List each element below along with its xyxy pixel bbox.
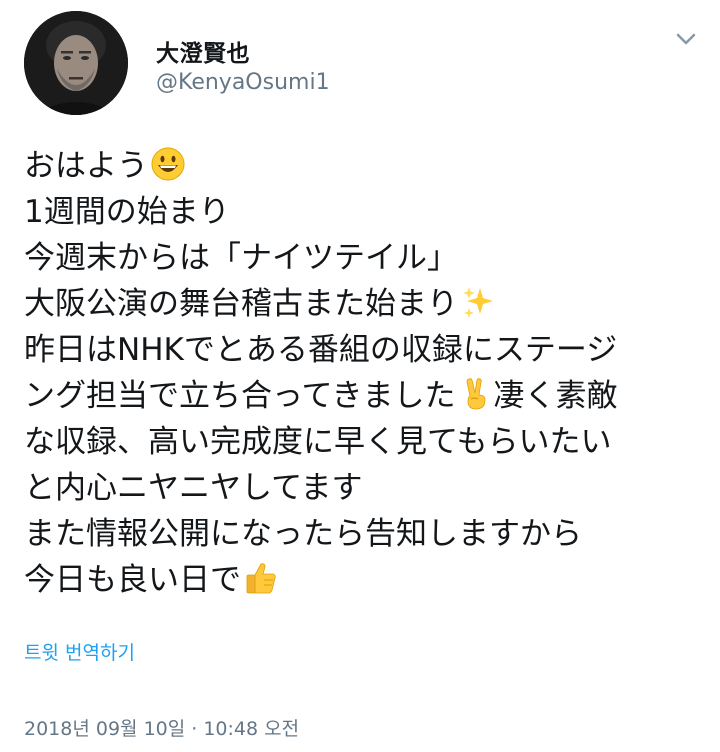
display-name[interactable]: 大澄賢也 (156, 34, 250, 68)
avatar[interactable] (24, 11, 128, 115)
tweet-line-text: 大阪公演の舞台稽古また始まり (24, 286, 458, 322)
tweet-line-text: 今日も良い日で (24, 562, 241, 598)
tweet-timestamp[interactable]: 2018년 09월 10일 · 10:48 오전 (24, 714, 299, 741)
sparkles-icon (460, 284, 496, 320)
tweet-line: ング担当で立ち合ってきました 凄く素敵 (24, 373, 704, 419)
tweet-line: 1週間の始まり (24, 189, 704, 235)
tweet-line-text: 1週間の始まり (24, 194, 230, 230)
tweet-line: 昨日はNHKでとある番組の収録にステージ (24, 327, 704, 373)
tweet-line: 今週末からは「ナイツテイル」 (24, 235, 704, 281)
tweet-line-text: また情報公開になったら告知しますから (24, 516, 582, 552)
tweet-line-text: 凄く素敵 (493, 378, 618, 414)
tweet-line-text: おはよう (24, 148, 148, 184)
translate-tweet-link[interactable]: 트윗 번역하기 (24, 638, 135, 665)
tweet-line: 大阪公演の舞台稽古また始まり (24, 281, 704, 327)
victory-hand-icon (458, 376, 494, 412)
tweet-text: おはよう 1週間の始まり 今週末からは「ナイツテイル」 大阪公演の舞台稽古また始… (24, 143, 704, 603)
tweet-header: 大澄賢也 @KenyaOsumi1 (0, 0, 720, 130)
tweet-line-text: ング担当で立ち合ってきました (24, 378, 456, 414)
tweet-line-text: と内心ニヤニヤしてます (24, 470, 363, 506)
user-handle[interactable]: @KenyaOsumi1 (156, 70, 330, 95)
tweet-line: と内心ニヤニヤしてます (24, 465, 704, 511)
tweet-line-text: 今週末からは「ナイツテイル」 (24, 240, 458, 276)
tweet-line: な収録、高い完成度に早く見てもらいたい (24, 419, 704, 465)
profile-photo-icon (24, 11, 128, 115)
tweet-line-text: な収録、高い完成度に早く見てもらいたい (24, 424, 612, 460)
thumbs-up-icon (243, 560, 279, 596)
tweet-line-text: 昨日はNHKでとある番組の収録にステージ (24, 332, 618, 368)
tweet-line: おはよう (24, 143, 704, 189)
grinning-face-icon (150, 146, 186, 182)
chevron-down-icon[interactable] (672, 28, 700, 50)
tweet-line: 今日も良い日で (24, 557, 704, 603)
tweet-line: また情報公開になったら告知しますから (24, 511, 704, 557)
